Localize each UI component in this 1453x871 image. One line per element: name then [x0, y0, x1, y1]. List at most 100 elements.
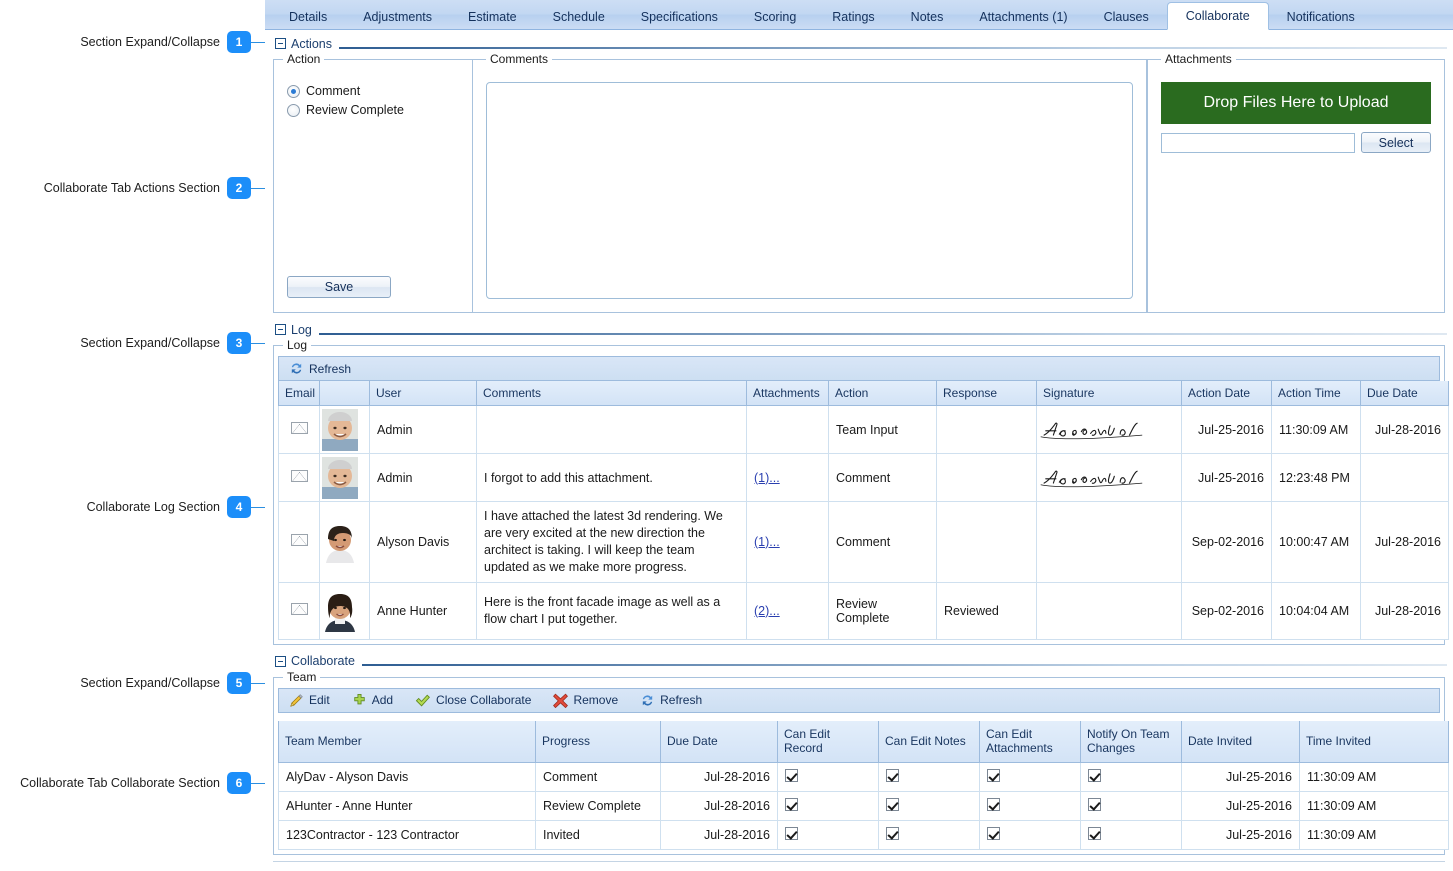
checkbox[interactable] — [987, 769, 1000, 782]
tab-notes[interactable]: Notes — [893, 4, 962, 30]
col-action-date[interactable]: Action Date — [1181, 381, 1272, 406]
section-title: Actions — [291, 36, 332, 51]
tab-scoring[interactable]: Scoring — [736, 4, 814, 30]
mail-icon[interactable] — [290, 603, 308, 615]
attachment-link[interactable]: (2)... — [754, 604, 780, 618]
table-row[interactable]: AHunter - Anne Hunter Review Complete Ju… — [278, 791, 1449, 821]
table-row[interactable]: Admin Team Input Jul-25-2016 11:30:09 AM… — [278, 405, 1449, 454]
checkbox[interactable] — [1088, 798, 1101, 811]
cell-date-invited: Jul-25-2016 — [1181, 820, 1300, 850]
cell-can-edit-record[interactable] — [777, 791, 879, 821]
cell-can-edit-attachments[interactable] — [979, 791, 1081, 821]
attachment-link[interactable]: (1)... — [754, 535, 780, 549]
checkbox[interactable] — [785, 769, 798, 782]
callout-leader — [251, 187, 265, 189]
mail-icon[interactable] — [290, 470, 308, 482]
col-attachments[interactable]: Attachments — [746, 381, 829, 406]
col-can-edit-notes[interactable]: Can Edit Notes — [878, 720, 980, 763]
checkbox[interactable] — [886, 798, 899, 811]
col-can-edit-record[interactable]: Can Edit Record — [777, 720, 879, 763]
tab-attachments[interactable]: Attachments (1) — [961, 4, 1085, 30]
tab-estimate[interactable]: Estimate — [450, 4, 535, 30]
checkbox[interactable] — [785, 798, 798, 811]
team-edit-button[interactable]: Edit — [289, 693, 330, 708]
radio-review-complete[interactable]: Review Complete — [287, 103, 472, 117]
cell-notify-on-team-changes[interactable] — [1080, 820, 1182, 850]
table-row[interactable]: AlyDav - Alyson Davis Comment Jul-28-201… — [278, 762, 1449, 792]
col-progress[interactable]: Progress — [535, 720, 661, 763]
cell-can-edit-record[interactable] — [777, 820, 879, 850]
checkbox[interactable] — [1088, 769, 1101, 782]
team-table: Team Member Progress Due Date Can Edit R… — [278, 720, 1449, 850]
team-add-button[interactable]: Add — [352, 693, 393, 708]
collapse-icon[interactable] — [275, 324, 286, 335]
col-can-edit-attachments[interactable]: Can Edit Attachments — [979, 720, 1081, 763]
cell-can-edit-record[interactable] — [777, 762, 879, 792]
cell-action-date: Jul-25-2016 — [1181, 453, 1272, 502]
team-remove-button[interactable]: Remove — [553, 693, 618, 708]
col-user[interactable]: User — [369, 381, 477, 406]
tab-specifications[interactable]: Specifications — [623, 4, 736, 30]
col-action[interactable]: Action — [828, 381, 937, 406]
tab-details[interactable]: Details — [271, 4, 345, 30]
checkbox[interactable] — [987, 827, 1000, 840]
radio-comment[interactable]: Comment — [287, 84, 472, 98]
cell-avatar — [319, 581, 370, 640]
team-refresh-button[interactable]: Refresh — [640, 693, 702, 708]
cell-can-edit-notes[interactable] — [878, 762, 980, 792]
mail-icon[interactable] — [290, 422, 308, 434]
col-email[interactable]: Email — [278, 381, 320, 406]
table-row[interactable]: 123Contractor - 123 Contractor Invited J… — [278, 820, 1449, 850]
table-row[interactable]: Alyson Davis I have attached the latest … — [278, 501, 1449, 583]
col-due-date[interactable]: Due Date — [660, 720, 778, 763]
file-path-input[interactable] — [1161, 132, 1355, 153]
cell-action-time: 10:00:47 AM — [1271, 501, 1361, 583]
tab-notifications[interactable]: Notifications — [1269, 4, 1373, 30]
save-button[interactable]: Save — [287, 276, 391, 298]
cell-email[interactable] — [278, 501, 320, 583]
cell-can-edit-attachments[interactable] — [979, 762, 1081, 792]
col-due-date[interactable]: Due Date — [1360, 381, 1449, 406]
drop-files-zone[interactable]: Drop Files Here to Upload — [1161, 82, 1431, 124]
radio-icon[interactable] — [287, 103, 300, 117]
radio-icon[interactable] — [287, 84, 300, 98]
team-close-collaborate-button[interactable]: Close Collaborate — [415, 693, 531, 708]
cell-email[interactable] — [278, 581, 320, 640]
col-avatar[interactable] — [319, 381, 370, 406]
comments-textarea[interactable] — [486, 82, 1133, 299]
checkbox[interactable] — [886, 769, 899, 782]
cell-can-edit-notes[interactable] — [878, 820, 980, 850]
select-file-button[interactable]: Select — [1361, 132, 1431, 153]
cell-email[interactable] — [278, 453, 320, 502]
col-team-member[interactable]: Team Member — [278, 720, 536, 763]
mail-icon[interactable] — [290, 534, 308, 547]
collapse-icon[interactable] — [275, 655, 286, 667]
tab-adjustments[interactable]: Adjustments — [345, 4, 450, 30]
cell-can-edit-attachments[interactable] — [979, 820, 1081, 850]
col-time-invited[interactable]: Time Invited — [1299, 720, 1449, 763]
cell-email[interactable] — [278, 405, 320, 454]
col-action-time[interactable]: Action Time — [1271, 381, 1361, 406]
checkbox[interactable] — [987, 798, 1000, 811]
cell-notify-on-team-changes[interactable] — [1080, 762, 1182, 792]
cell-can-edit-notes[interactable] — [878, 791, 980, 821]
col-comments[interactable]: Comments — [476, 381, 747, 406]
col-notify-on-team-changes[interactable]: Notify On Team Changes — [1080, 720, 1182, 763]
cell-notify-on-team-changes[interactable] — [1080, 791, 1182, 821]
tab-clauses[interactable]: Clauses — [1086, 4, 1167, 30]
collapse-icon[interactable] — [275, 38, 286, 49]
checkbox[interactable] — [785, 827, 798, 840]
log-refresh-button[interactable]: Refresh — [289, 361, 351, 376]
checkbox[interactable] — [886, 827, 899, 840]
tab-ratings[interactable]: Ratings — [814, 4, 892, 30]
table-row[interactable]: Admin I forgot to add this attachment. (… — [278, 453, 1449, 502]
tab-schedule[interactable]: Schedule — [535, 4, 623, 30]
col-signature[interactable]: Signature — [1036, 381, 1182, 406]
attachment-link[interactable]: (1)... — [754, 471, 780, 485]
col-date-invited[interactable]: Date Invited — [1181, 720, 1300, 763]
checkbox[interactable] — [1088, 827, 1101, 840]
avatar — [322, 589, 358, 632]
col-response[interactable]: Response — [936, 381, 1037, 406]
tab-collaborate[interactable]: Collaborate — [1166, 2, 1269, 30]
table-row[interactable]: Anne Hunter Here is the front facade ima… — [278, 581, 1449, 640]
